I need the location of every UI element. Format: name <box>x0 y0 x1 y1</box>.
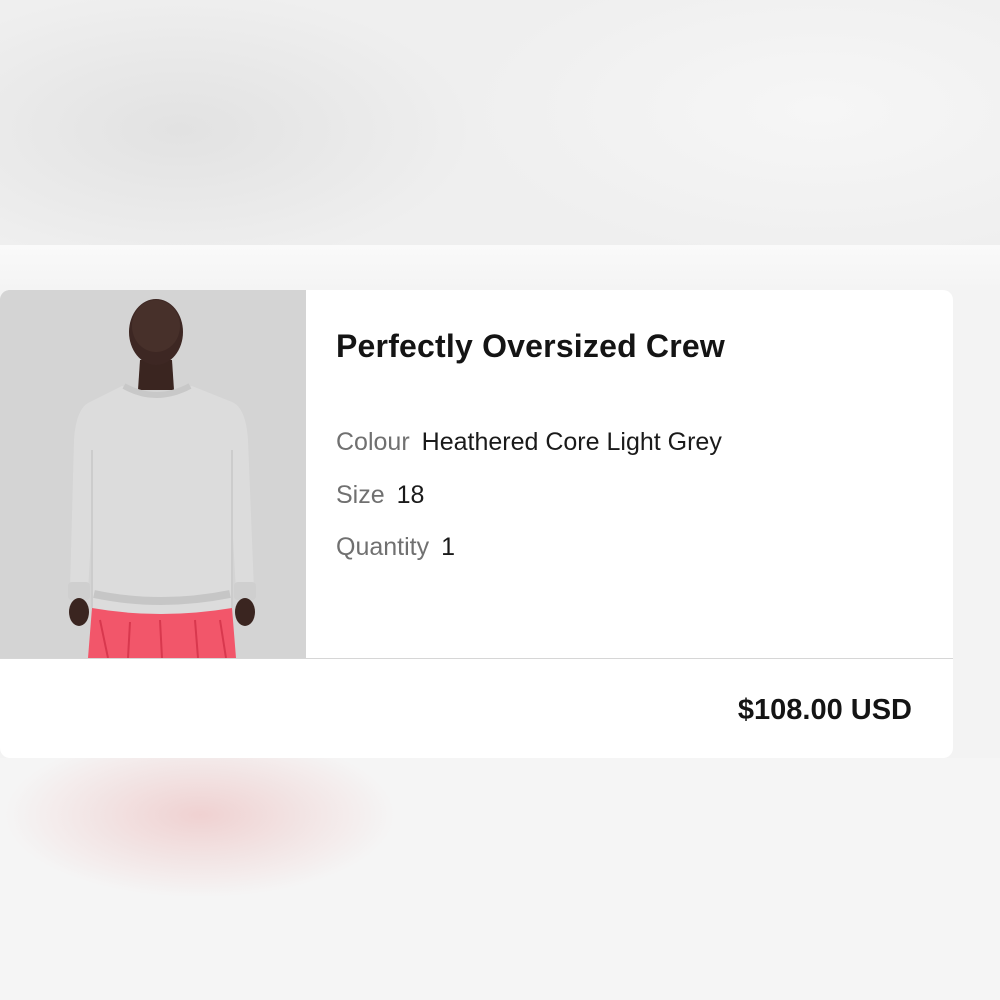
quantity-label: Quantity <box>336 533 430 561</box>
quantity-attribute: Quantity 1 <box>336 533 455 562</box>
size-attribute: Size 18 <box>336 481 424 510</box>
card-divider <box>0 658 953 659</box>
product-title[interactable]: Perfectly Oversized Crew <box>336 328 725 365</box>
product-image[interactable] <box>0 290 306 658</box>
order-item-card: Perfectly Oversized Crew Colour Heathered… <box>0 290 953 758</box>
colour-label: Colour <box>336 428 410 456</box>
blurred-background-band <box>0 245 1000 290</box>
size-label: Size <box>336 481 385 509</box>
blurred-background-bottom <box>0 758 1000 1000</box>
quantity-value: 1 <box>441 533 456 561</box>
size-value: 18 <box>396 481 425 509</box>
colour-value: Heathered Core Light Grey <box>421 428 722 456</box>
colour-attribute: Colour Heathered Core Light Grey <box>336 428 722 457</box>
blurred-background-top <box>0 0 1000 245</box>
item-price: $108.00 USD <box>737 694 912 726</box>
